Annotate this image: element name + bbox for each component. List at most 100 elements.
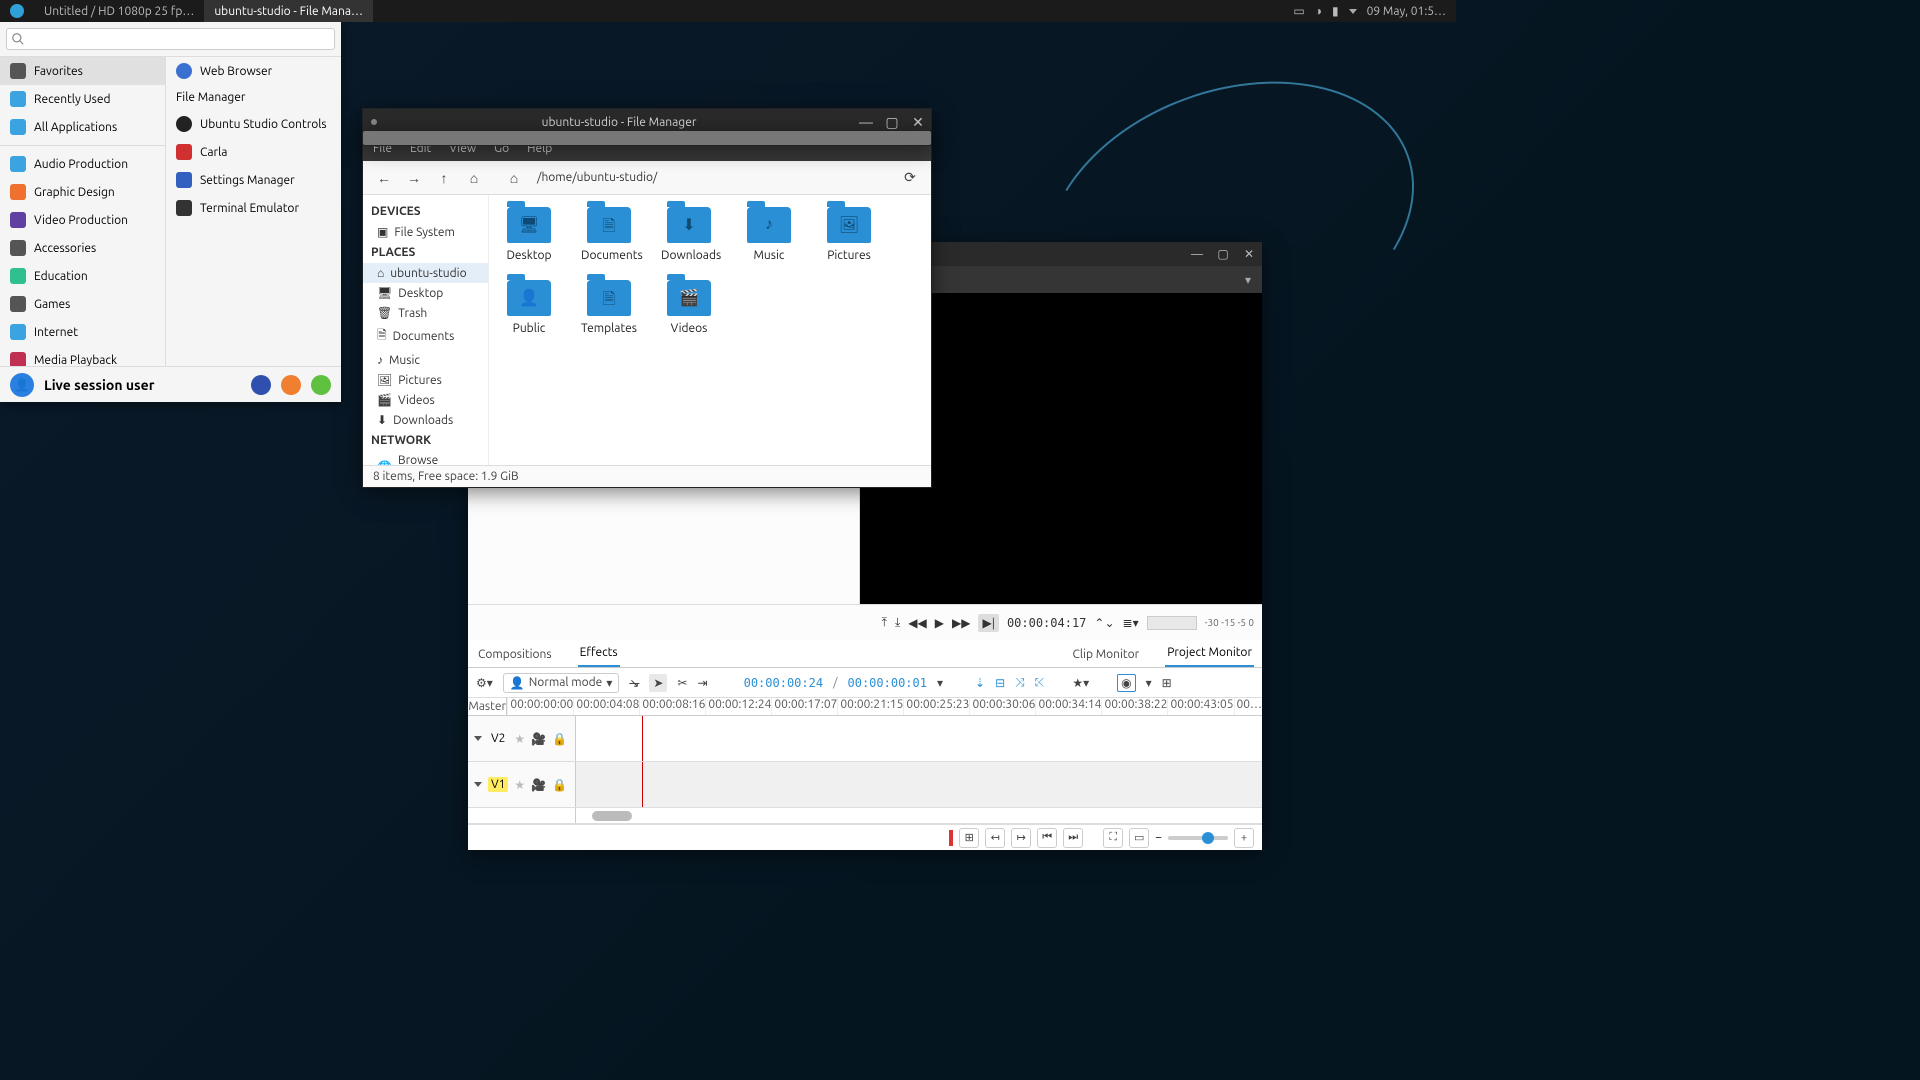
timeline[interactable]: Master 00:00:00:0000:00:04:0800:00:08:16…	[468, 698, 1262, 824]
category-recently-used[interactable]: Recently Used	[0, 85, 165, 113]
insert-mode-icon[interactable]: ⇣	[975, 676, 985, 690]
app-file-manager[interactable]: File Manager	[166, 85, 341, 110]
tab-project-monitor[interactable]: Project Monitor	[1165, 640, 1254, 667]
timeline-position[interactable]: 00:00:00:24	[744, 676, 823, 690]
folder-pictures[interactable]: 🖼Pictures	[821, 207, 877, 262]
category-favorites[interactable]: Favorites	[0, 57, 165, 85]
taskbar-item-kdenlive[interactable]: Untitled / HD 1080p 25 fp…	[34, 0, 204, 22]
folder-public[interactable]: 👤Public	[501, 280, 557, 335]
monitor-options-icon[interactable]: ≣▾	[1123, 616, 1139, 630]
category-education[interactable]: Education	[0, 262, 165, 290]
track-lane[interactable]	[576, 762, 1262, 807]
extract-icon[interactable]: ⤨	[1015, 676, 1025, 690]
snap-next-icon[interactable]: ↦	[1011, 828, 1031, 848]
monitor-play-icon[interactable]: ▶	[935, 616, 944, 630]
monitor-next-icon[interactable]: ▶|	[978, 614, 998, 632]
preview-render-icon[interactable]: ◉	[1117, 674, 1135, 692]
toolbar-dropdown[interactable]: ▾	[1238, 273, 1258, 287]
favorite-icon[interactable]: ★▾	[1072, 676, 1089, 690]
spacer-tool-icon[interactable]: ⇥	[698, 676, 708, 690]
power-button[interactable]	[311, 375, 331, 395]
notification-icon[interactable]: ▭	[1293, 4, 1304, 18]
track-favorite-icon[interactable]: ★	[514, 732, 525, 746]
launcher-search-input[interactable]	[6, 28, 335, 50]
monitor-goto-end-icon[interactable]: ⤓	[895, 616, 900, 630]
kdenlive-close-button[interactable]: ✕	[1236, 242, 1262, 266]
select-tool-icon[interactable]: ➤	[649, 674, 667, 692]
folder-videos[interactable]: 🎬Videos	[661, 280, 717, 335]
track-label[interactable]: V1	[488, 777, 508, 792]
panel-app-button[interactable]	[0, 0, 34, 22]
category-video-production[interactable]: Video Production	[0, 206, 165, 234]
user-avatar-icon[interactable]: 👤	[10, 373, 34, 397]
timeline-mode-select[interactable]: 👤 Normal mode ▾	[503, 673, 620, 693]
app-web-browser[interactable]: Web Browser	[166, 57, 341, 85]
tab-effects[interactable]: Effects	[578, 640, 620, 667]
app-settings-manager[interactable]: Settings Manager	[166, 166, 341, 194]
path-home-icon[interactable]: ⌂	[501, 165, 527, 191]
track-collapse-icon[interactable]	[474, 782, 482, 787]
folder-downloads[interactable]: ⬇Downloads	[661, 207, 717, 262]
overwrite-mode-icon[interactable]: ⊟	[995, 676, 1005, 690]
settings-button[interactable]	[251, 375, 271, 395]
sidebar-pictures[interactable]: 🖼Pictures	[363, 370, 488, 390]
category-all-applications[interactable]: All Applications	[0, 113, 165, 141]
sidebar-downloads[interactable]: ⬇Downloads	[363, 410, 488, 430]
track-v2[interactable]: V2 ★ 🎥 🔒	[468, 716, 1262, 762]
app-carla[interactable]: Carla	[166, 138, 341, 166]
timeline-options-icon[interactable]: ⊞	[1162, 676, 1172, 690]
kdenlive-minimize-button[interactable]: —	[1184, 242, 1210, 266]
fit-zoom-icon[interactable]: ▭	[1129, 828, 1149, 848]
folder-desktop[interactable]: 🖥Desktop	[501, 207, 557, 262]
sidebar-documents[interactable]: 🗎Documents	[363, 323, 488, 350]
razor-tool-icon[interactable]: ↘	[629, 676, 639, 690]
app-terminal-emulator[interactable]: Terminal Emulator	[166, 194, 341, 222]
category-accessories[interactable]: Accessories	[0, 234, 165, 262]
tab-compositions[interactable]: Compositions	[476, 642, 554, 667]
track-lane[interactable]	[576, 716, 1262, 761]
duration-dropdown[interactable]: ▾	[937, 676, 943, 690]
track-camera-icon[interactable]: 🎥	[531, 778, 546, 792]
fullscreen-icon[interactable]: ⛶	[1103, 828, 1123, 848]
nav-home-button[interactable]: ⌂	[461, 165, 487, 191]
monitor-stepper-icon[interactable]: ⌃⌄	[1094, 616, 1114, 630]
tray-expand-icon[interactable]	[1349, 9, 1357, 14]
zoom-out-icon[interactable]: −	[1155, 831, 1162, 844]
timeline-duration[interactable]: 00:00:00:01	[848, 676, 927, 690]
category-audio-production[interactable]: Audio Production	[0, 150, 165, 178]
track-camera-icon[interactable]: 🎥	[531, 732, 546, 746]
track-lock-icon[interactable]: 🔒	[552, 732, 567, 746]
category-internet[interactable]: Internet	[0, 318, 165, 346]
playhead[interactable]	[642, 762, 643, 807]
category-media-playback[interactable]: Media Playback	[0, 346, 165, 366]
sidebar-ubuntu-studio[interactable]: ⌂ubuntu-studio	[363, 263, 488, 283]
track-label[interactable]: V2	[488, 731, 508, 746]
lock-button[interactable]	[281, 375, 301, 395]
network-icon[interactable]: ▮	[1332, 4, 1339, 18]
category-graphic-design[interactable]: Graphic Design	[0, 178, 165, 206]
nav-up-button[interactable]: ↑	[431, 165, 457, 191]
folder-templates[interactable]: 🗎Templates	[581, 280, 637, 335]
sidebar-desktop[interactable]: 🖥Desktop	[363, 283, 488, 303]
nav-reload-button[interactable]: ⟳	[897, 165, 923, 191]
fm-file-grid[interactable]: 🖥Desktop🗎Documents⬇Downloads♪Music🖼Pictu…	[489, 195, 931, 465]
monitor-rewind-icon[interactable]: ◀◀	[908, 616, 926, 630]
playhead[interactable]	[642, 716, 643, 761]
lift-icon[interactable]: ⤪	[1035, 676, 1045, 690]
nav-forward-button[interactable]: →	[401, 165, 427, 191]
sidebar-trash[interactable]: 🗑Trash	[363, 303, 488, 323]
track-collapse-icon[interactable]	[474, 736, 482, 741]
sidebar-videos[interactable]: 🎬Videos	[363, 390, 488, 410]
app-ubuntu-studio-controls[interactable]: Ubuntu Studio Controls	[166, 110, 341, 138]
taskbar-item-file-manager[interactable]: ubuntu-studio - File Mana…	[204, 0, 373, 22]
location-path[interactable]: /home/ubuntu-studio/	[531, 171, 893, 184]
nav-back-button[interactable]: ←	[371, 165, 397, 191]
category-games[interactable]: Games	[0, 290, 165, 318]
snap-prev-icon[interactable]: ↤	[985, 828, 1005, 848]
monitor-timecode[interactable]: 00:00:04:17	[1007, 616, 1086, 630]
track-favorite-icon[interactable]: ★	[514, 778, 525, 792]
timeline-scrollbar[interactable]	[576, 808, 1262, 823]
folder-music[interactable]: ♪Music	[741, 207, 797, 262]
track-lock-icon[interactable]: 🔒	[552, 778, 567, 792]
timeline-settings-icon[interactable]: ⚙▾	[476, 676, 493, 690]
